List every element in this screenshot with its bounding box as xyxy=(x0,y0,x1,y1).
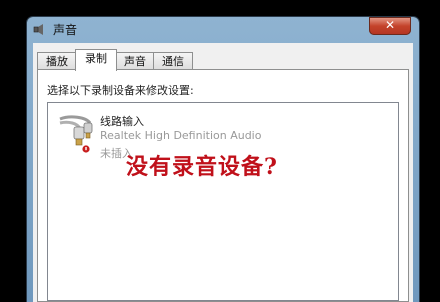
speaker-icon xyxy=(33,24,43,35)
overlay-caption: 没有录音设备? xyxy=(126,154,278,180)
close-button[interactable]: ✕ xyxy=(369,17,411,35)
title-bar[interactable]: 声音 ✕ xyxy=(27,17,419,41)
line-in-cable-icon xyxy=(59,115,93,153)
tab-sounds[interactable]: 声音 xyxy=(115,52,155,70)
tab-recording[interactable]: 录制 xyxy=(75,49,117,71)
device-name: 线路输入 xyxy=(100,115,144,128)
device-list[interactable]: 线路输入 Realtek High Definition Audio 未插入 没… xyxy=(47,102,399,301)
device-driver: Realtek High Definition Audio xyxy=(100,129,262,142)
instruction-text: 选择以下录制设备来修改设置: xyxy=(47,84,194,97)
dialog-body: 播放 录制 声音 通信 选择以下录制设备来修改设置: 线路输入 Realtek … xyxy=(33,43,413,302)
tab-communications[interactable]: 通信 xyxy=(153,52,193,70)
window-title: 声音 xyxy=(53,23,78,37)
close-icon: ✕ xyxy=(384,18,396,32)
recording-panel: 选择以下录制设备来修改设置: 线路输入 Realtek High Definit… xyxy=(37,69,409,302)
tab-playback[interactable]: 播放 xyxy=(37,52,77,70)
sound-dialog: 声音 ✕ 播放 录制 声音 通信 选择以下录制设备来修改设置: 线路输入 Rea… xyxy=(27,17,419,302)
